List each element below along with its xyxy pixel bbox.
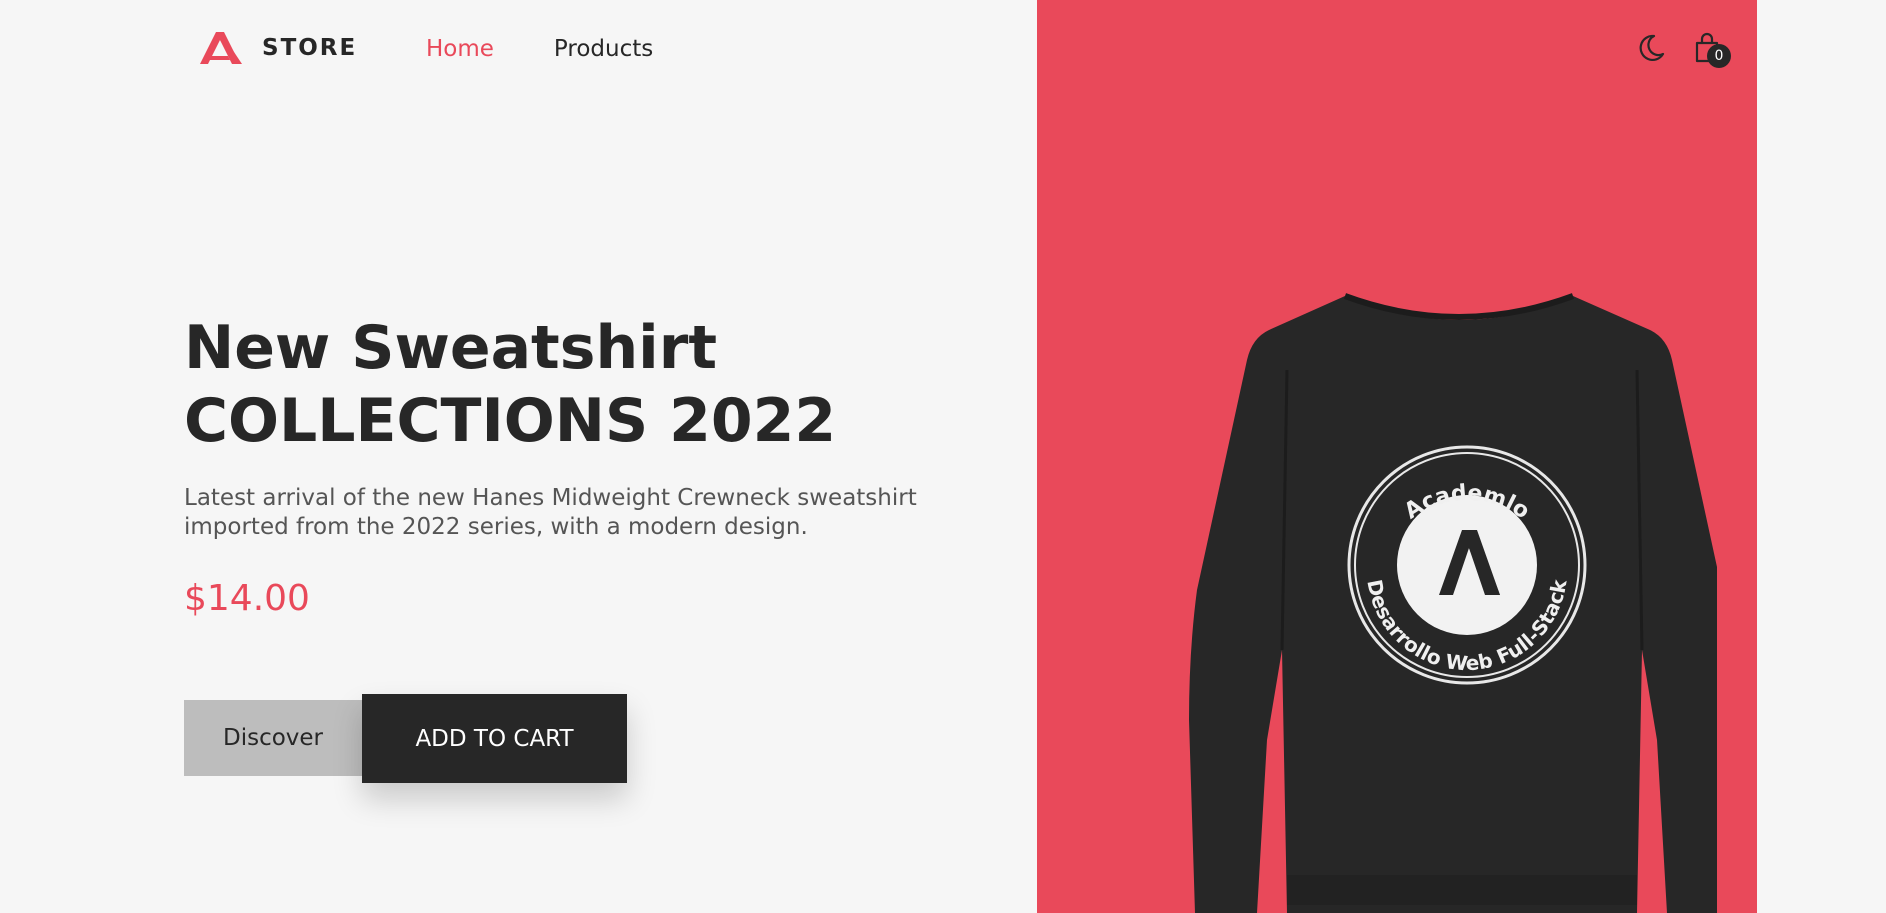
hero-title-line-2: COLLECTIONS 2022 [184, 386, 837, 456]
hero-description: Latest arrival of the new Hanes Midweigh… [184, 485, 917, 540]
logo-icon [200, 32, 242, 64]
hero-title: New Sweatshirt COLLECTIONS 2022 [184, 312, 836, 458]
hero-image-panel: Academlo Desarrollo Web Full-Stack [1037, 0, 1757, 913]
nav-products[interactable]: Products [554, 36, 653, 62]
main-nav: Home Products [426, 36, 653, 62]
discover-button[interactable]: Discover [184, 700, 362, 776]
nav-home[interactable]: Home [426, 36, 494, 62]
page: Academlo Desarrollo Web Full-Stack STORE… [0, 0, 1886, 913]
hero-title-line-1: New Sweatshirt [184, 313, 717, 383]
store-logo[interactable]: STORE [198, 30, 357, 66]
logo-text: STORE [262, 35, 358, 61]
add-to-cart-button[interactable]: ADD TO CART [362, 694, 627, 783]
moon-icon[interactable] [1636, 32, 1666, 64]
sweatshirt-image: Academlo Desarrollo Web Full-Stack [1189, 293, 1717, 913]
product-price: $14.00 [184, 578, 310, 619]
cart-count-badge: 0 [1707, 44, 1731, 68]
